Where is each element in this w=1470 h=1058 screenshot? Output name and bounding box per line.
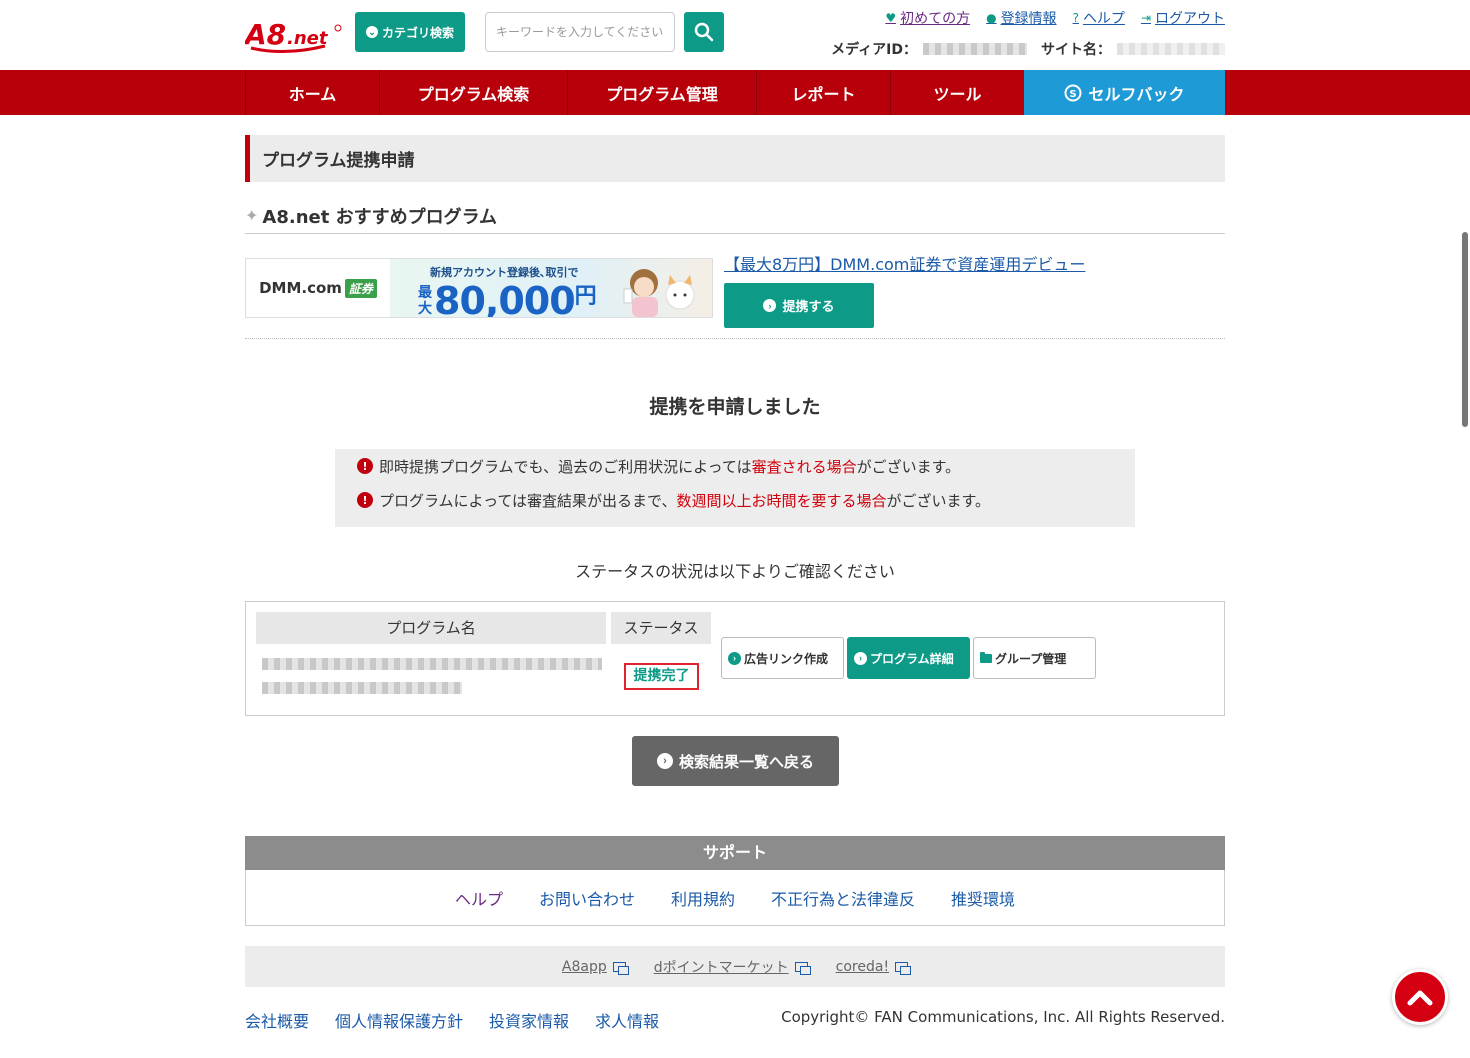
arrow-right-icon: › (728, 651, 741, 665)
nav-selfback[interactable]: S セルフバック (1024, 70, 1225, 115)
partner-link-dpoint[interactable]: dポイントマーケット (654, 957, 811, 977)
column-header-status: ステータス (611, 612, 711, 644)
logout-link[interactable]: ⇥ ログアウト (1141, 8, 1225, 28)
nav-program-search[interactable]: プログラム検索 (379, 70, 567, 115)
chevron-down-icon: ⌄ (365, 26, 378, 38)
application-done-title: 提携を申請しました (649, 396, 821, 418)
divider (245, 338, 1225, 339)
recommend-banner[interactable]: DMM.com 証券 新規アカウント登録後､取引で 最大 80,000 円 (245, 258, 713, 318)
search-button[interactable] (684, 12, 724, 52)
support-link-environment[interactable]: 推奨環境 (951, 886, 1015, 910)
support-link-help[interactable]: ヘルプ (455, 886, 503, 910)
beginner-leaf-icon: ♥ (885, 11, 897, 25)
banner-visual: 新規アカウント登録後､取引で 最大 80,000 円 (390, 259, 712, 317)
status-badge: 提携完了 (624, 663, 699, 690)
footer-link-ir[interactable]: 投資家情報 (489, 1008, 569, 1032)
support-link-terms[interactable]: 利用規約 (671, 886, 735, 910)
beginner-link[interactable]: ♥ 初めての方 (885, 8, 970, 28)
corporate-links: 会社概要 個人情報保護方針 投資家情報 求人情報 (245, 1008, 659, 1032)
page-title: プログラム提携申請 (245, 135, 1225, 182)
footer-link-privacy[interactable]: 個人情報保護方針 (335, 1008, 463, 1032)
help-link[interactable]: ? ヘルプ (1073, 8, 1125, 28)
alert-icon: ! (357, 492, 373, 508)
notice-row: ! プログラムによっては審査結果が出るまで、数週間以上お時間を要する場合がござい… (357, 483, 1135, 517)
main-nav: ホーム プログラム検索 プログラム管理 レポート ツール S セルフバック (0, 70, 1470, 115)
status-table: プログラム名 ステータス 提携完了 › 広告リンク作成 › プログラム詳細 グル… (245, 601, 1225, 716)
partner-links: A8app dポイントマーケット coreda! (245, 946, 1225, 987)
copyright: Copyright© FAN Communications, Inc. All … (781, 1008, 1225, 1026)
nav-tools[interactable]: ツール (890, 70, 1024, 115)
site-name-label: サイト名： (1041, 42, 1111, 58)
footer-link-careers[interactable]: 求人情報 (595, 1008, 659, 1032)
footer-link-company[interactable]: 会社概要 (245, 1008, 309, 1032)
program-name-redacted (262, 682, 462, 694)
banner-illustration (623, 269, 695, 317)
sparkle-icon: ✦ (245, 206, 259, 225)
search-icon (694, 22, 714, 42)
program-detail-button[interactable]: › プログラム詳細 (847, 637, 970, 679)
support-link-contact[interactable]: お問い合わせ (539, 886, 635, 910)
recommend-program-link[interactable]: 【最大8万円】DMM.com証券で資産運用デビュー (724, 251, 1085, 275)
alert-icon: ! (357, 458, 373, 474)
banner-amount: 最大 80,000 円 (418, 279, 597, 318)
external-link-icon (895, 961, 912, 975)
arrow-right-icon: › (656, 753, 673, 769)
support-link-fraud[interactable]: 不正行為と法律違反 (771, 886, 915, 910)
external-link-icon (612, 961, 629, 975)
category-search-label: カテゴリ検索 (381, 25, 454, 40)
arrow-right-icon: › (763, 299, 777, 312)
selfback-icon: S (1064, 84, 1082, 101)
logout-icon: ⇥ (1140, 11, 1151, 25)
scroll-to-top-button[interactable] (1392, 969, 1448, 1025)
apply-button[interactable]: › 提携する (724, 283, 874, 328)
banner-brand: DMM.com 証券 (246, 259, 390, 317)
partner-link-coreda[interactable]: coreda! (836, 959, 912, 975)
back-to-results-button[interactable]: › 検索結果一覧へ戻る (632, 736, 839, 786)
media-id-redacted (923, 43, 1027, 55)
notice-row: ! 即時提携プログラムでも、過去のご利用状況によっては審査される場合がございます… (357, 449, 1135, 483)
program-name-redacted (262, 658, 602, 670)
help-icon: ? (1072, 11, 1079, 25)
nav-home[interactable]: ホーム (245, 70, 379, 115)
arrow-right-icon: › (854, 651, 867, 665)
partner-link-a8app[interactable]: A8app (562, 959, 629, 975)
column-header-program-name: プログラム名 (256, 612, 606, 644)
external-link-icon (794, 961, 811, 975)
notice-box: ! 即時提携プログラムでも、過去のご利用状況によっては審査される場合がございます… (335, 449, 1135, 527)
top-links: ♥ 初めての方 ● 登録情報 ? ヘルプ ⇥ ログアウト (885, 8, 1225, 28)
category-search-button[interactable]: ⌄ カテゴリ検索 (355, 12, 465, 52)
nav-report[interactable]: レポート (756, 70, 890, 115)
nav-program-manage[interactable]: プログラム管理 (567, 70, 756, 115)
svg-text:A8: A8 (245, 18, 286, 51)
group-manage-button[interactable]: グループ管理 (973, 637, 1096, 679)
support-heading: サポート (245, 836, 1225, 870)
recommend-heading: ✦ A8.net おすすめプログラム (245, 198, 1225, 234)
folder-icon (980, 651, 992, 663)
page-scrollbar[interactable] (1462, 232, 1468, 427)
keyword-search-input[interactable] (485, 12, 675, 52)
media-id-label: メディアID： (831, 42, 917, 58)
media-info: メディアID： サイト名： (831, 39, 1225, 59)
create-ad-link-button[interactable]: › 広告リンク作成 (721, 637, 844, 679)
support-links: ヘルプ お問い合わせ 利用規約 不正行為と法律違反 推奨環境 (245, 870, 1225, 926)
account-info-link[interactable]: ● 登録情報 (986, 8, 1056, 28)
user-icon: ● (986, 11, 997, 25)
svg-text:S: S (1070, 89, 1077, 100)
site-name-redacted (1117, 43, 1225, 55)
a8net-logo[interactable]: A8 .net (245, 14, 345, 54)
status-guide-text: ステータスの状況は以下よりご確認ください (575, 562, 895, 581)
chevron-up-icon (1407, 990, 1433, 1006)
